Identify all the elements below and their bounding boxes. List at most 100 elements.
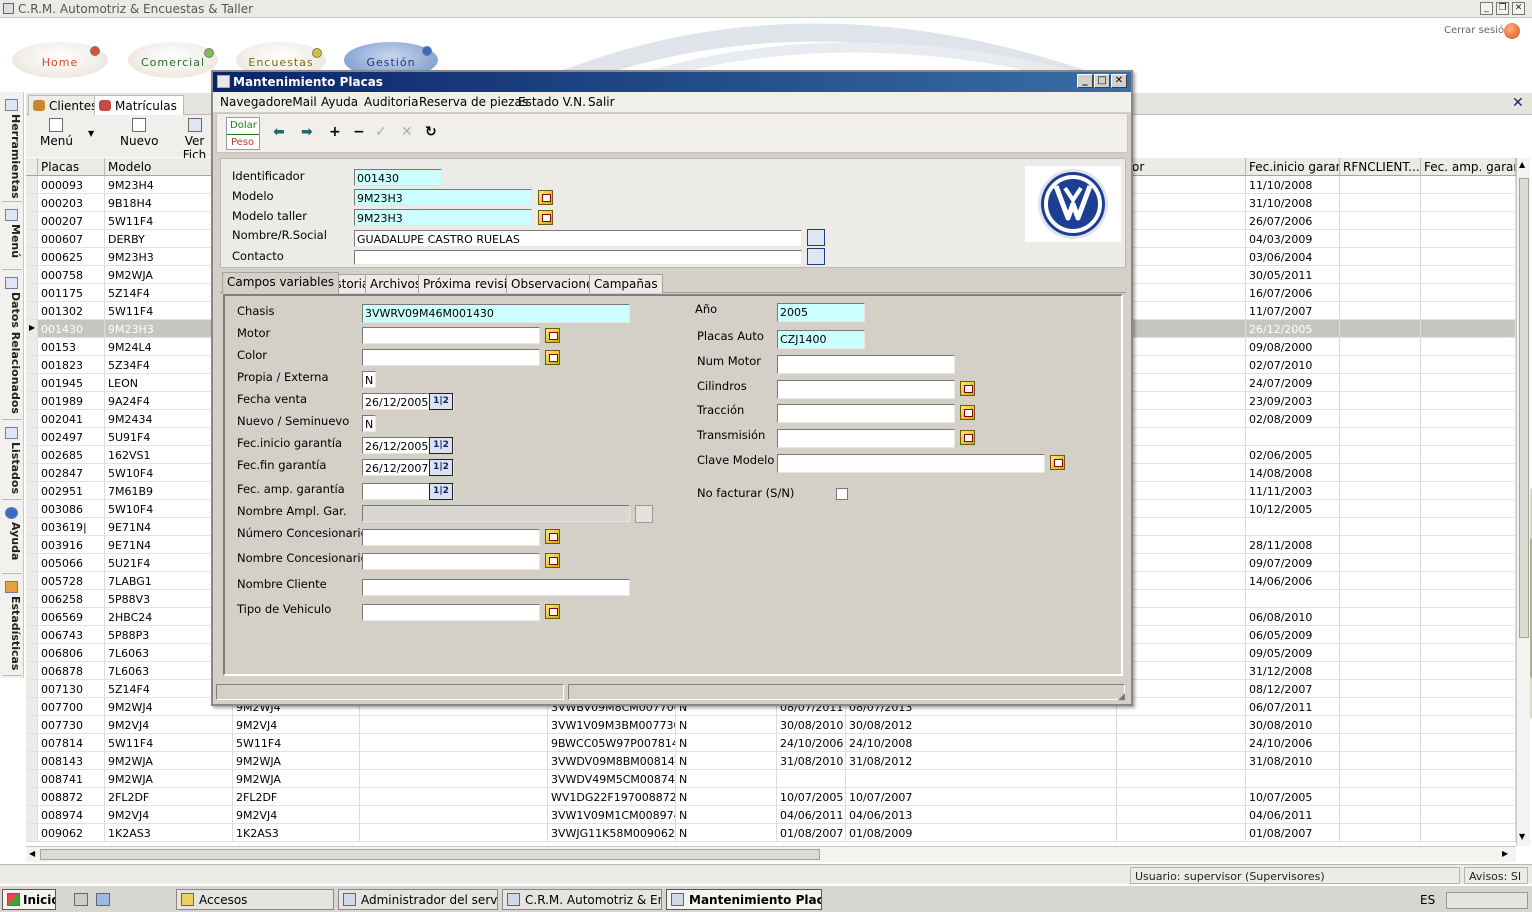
table-row-cell[interactable]: 16/07/2006 — [1246, 284, 1340, 302]
nombre-link-icon[interactable] — [807, 229, 825, 246]
table-row-cell[interactable]: 2FL2DF — [233, 788, 360, 806]
row-indicator[interactable] — [26, 788, 38, 806]
table-row-cell[interactable] — [1117, 608, 1246, 626]
table-row-cell[interactable] — [1340, 752, 1421, 770]
row-indicator[interactable] — [26, 284, 38, 302]
identificador-field[interactable]: 001430 — [354, 169, 442, 186]
table-row-cell[interactable]: 007700 — [38, 698, 105, 716]
sidebar-menu[interactable]: Menú — [2, 206, 22, 270]
table-row-cell[interactable] — [1117, 482, 1246, 500]
table-row-cell[interactable] — [1117, 626, 1246, 644]
row-indicator[interactable] — [26, 626, 38, 644]
row-indicator[interactable] — [26, 500, 38, 518]
next-record-icon[interactable]: ➡ — [301, 124, 313, 140]
table-row-cell[interactable] — [1421, 320, 1516, 338]
close-tab-icon[interactable]: ✕ — [1512, 95, 1524, 111]
table-row-cell[interactable]: 002951 — [38, 482, 105, 500]
chasis-field[interactable]: 3VWRV09M46M001430 — [362, 304, 630, 323]
table-row-cell[interactable] — [1340, 338, 1421, 356]
table-row-cell[interactable] — [1340, 806, 1421, 824]
table-row-cell[interactable] — [1340, 590, 1421, 608]
table-row-cell[interactable] — [1421, 806, 1516, 824]
dialog-maximize-icon[interactable]: □ — [1094, 74, 1110, 88]
table-row-cell[interactable]: 005066 — [38, 554, 105, 572]
row-indicator[interactable] — [26, 554, 38, 572]
tab-campanas[interactable]: Campañas — [589, 274, 663, 293]
table-row-cell[interactable] — [1340, 356, 1421, 374]
table-row-cell[interactable] — [1117, 644, 1246, 662]
traccion-field[interactable] — [777, 404, 955, 423]
table-row-cell[interactable]: 3VWDV49M5CM008741 — [548, 770, 676, 788]
table-row-cell[interactable]: 5W11F4 — [233, 734, 360, 752]
table-row-cell[interactable]: 04/03/2009 — [1246, 230, 1340, 248]
color-field[interactable] — [362, 349, 540, 366]
refresh-icon[interactable]: ↻ — [425, 124, 437, 140]
table-row-cell[interactable]: 9M2WJA — [233, 752, 360, 770]
table-row-cell[interactable]: 28/11/2008 — [1246, 536, 1340, 554]
table-row-cell[interactable] — [1340, 500, 1421, 518]
table-row-cell[interactable] — [1421, 500, 1516, 518]
table-row-cell[interactable]: 007130 — [38, 680, 105, 698]
table-row-cell[interactable]: 14/08/2008 — [1246, 464, 1340, 482]
table-row-cell[interactable] — [360, 788, 548, 806]
table-row-cell[interactable]: N — [676, 770, 777, 788]
table-row-cell[interactable]: 008974 — [38, 806, 105, 824]
table-row-cell[interactable] — [1117, 212, 1246, 230]
table-row-cell[interactable] — [1117, 590, 1246, 608]
currency-toggle[interactable]: Dolar Peso — [226, 117, 260, 150]
table-row-cell[interactable] — [1421, 392, 1516, 410]
table-row-cell[interactable] — [1421, 176, 1516, 194]
table-row-cell[interactable] — [1340, 554, 1421, 572]
table-row-cell[interactable]: 005728 — [38, 572, 105, 590]
table-row-cell[interactable] — [1421, 374, 1516, 392]
table-row-cell[interactable] — [1340, 662, 1421, 680]
table-row-cell[interactable] — [846, 770, 1117, 788]
table-row-cell[interactable]: 08/12/2007 — [1246, 680, 1340, 698]
table-row-cell[interactable]: 001823 — [38, 356, 105, 374]
scroll-down-icon[interactable]: ▼ — [1519, 832, 1525, 841]
table-row-cell[interactable] — [1421, 752, 1516, 770]
row-indicator[interactable] — [26, 590, 38, 608]
table-row-cell[interactable] — [1340, 374, 1421, 392]
table-row-cell[interactable] — [1340, 644, 1421, 662]
table-row-cell[interactable]: 11/10/2008 — [1246, 176, 1340, 194]
horizontal-scroll-thumb[interactable] — [40, 849, 820, 860]
row-indicator[interactable] — [26, 662, 38, 680]
scroll-up-icon[interactable]: ▲ — [1519, 160, 1525, 169]
table-row-cell[interactable]: 02/07/2010 — [1246, 356, 1340, 374]
table-row-cell[interactable] — [1340, 428, 1421, 446]
table-row-cell[interactable] — [1421, 428, 1516, 446]
table-row-cell[interactable]: 000607 — [38, 230, 105, 248]
row-indicator[interactable] — [26, 716, 38, 734]
menu-dropdown-icon[interactable]: ▼ — [88, 129, 94, 138]
table-row-cell[interactable] — [1117, 320, 1246, 338]
tab-archivos[interactable]: Archivos — [365, 274, 427, 293]
nombre-ampl-link-icon[interactable] — [635, 505, 653, 523]
color-lookup-icon[interactable] — [545, 350, 560, 365]
delete-record-icon[interactable]: − — [353, 124, 365, 140]
table-row-cell[interactable]: 24/10/2006 — [1246, 734, 1340, 752]
nombre-field[interactable]: GUADALUPE CASTRO RUELAS — [354, 230, 802, 247]
row-indicator[interactable] — [26, 482, 38, 500]
modelo-taller-field[interactable]: 9M23H3 — [354, 209, 532, 226]
table-row-cell[interactable]: 26/07/2006 — [1246, 212, 1340, 230]
table-row-cell[interactable]: 001175 — [38, 284, 105, 302]
cilindros-field[interactable] — [777, 380, 955, 399]
table-row-cell[interactable] — [1340, 482, 1421, 500]
logout-link[interactable]: Cerrar sesión — [1444, 25, 1510, 36]
table-row-cell[interactable]: 002685 — [38, 446, 105, 464]
table-row-cell[interactable] — [777, 770, 846, 788]
table-row-cell[interactable] — [1117, 698, 1246, 716]
table-row-cell[interactable]: 9M2VJ4 — [105, 806, 233, 824]
row-indicator[interactable] — [26, 446, 38, 464]
placas-auto-field[interactable]: CZJ1400 — [777, 330, 865, 349]
table-row-cell[interactable]: 001945 — [38, 374, 105, 392]
motor-lookup-icon[interactable] — [545, 328, 560, 343]
table-row-cell[interactable]: 31/08/2010 — [777, 752, 846, 770]
table-row-cell[interactable] — [1117, 572, 1246, 590]
table-row-cell[interactable] — [1117, 284, 1246, 302]
table-row-cell[interactable]: 09/05/2009 — [1246, 644, 1340, 662]
table-row-cell[interactable] — [1340, 230, 1421, 248]
sidebar-listados[interactable]: Listados — [2, 424, 22, 500]
sidebar-ayuda[interactable]: Ayuda — [2, 504, 22, 574]
